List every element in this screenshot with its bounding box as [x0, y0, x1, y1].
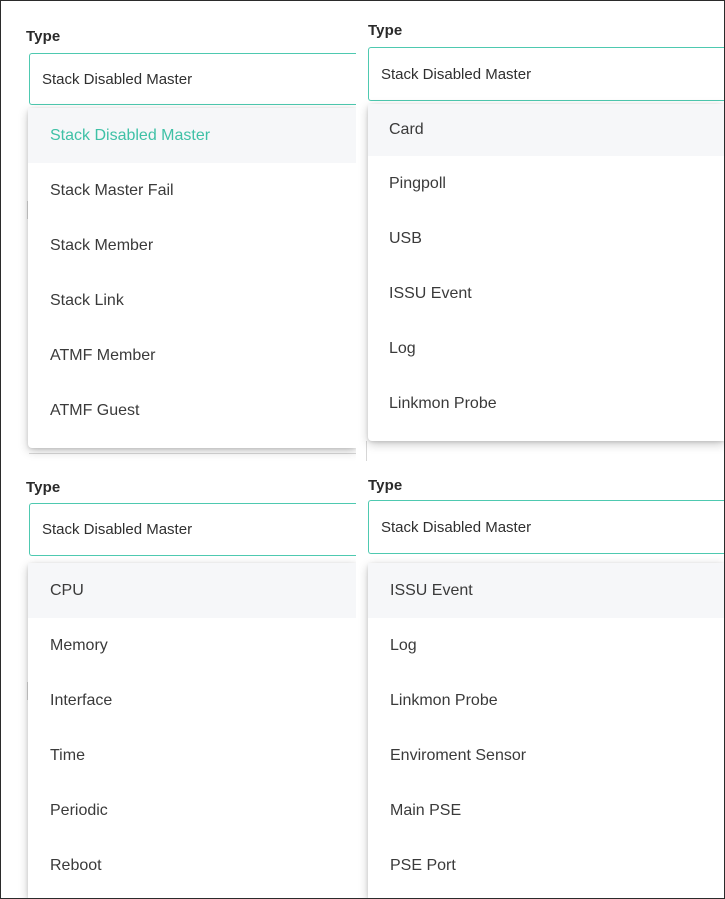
type-option[interactable]: Periodic [28, 783, 356, 838]
type-option[interactable]: Stack Master Fail [28, 163, 356, 218]
type-option[interactable]: Log [368, 618, 724, 673]
type-option[interactable]: ATMF Guest [28, 383, 356, 438]
type-select[interactable]: Stack Disabled Master [29, 53, 356, 105]
type-option[interactable]: Stack Link [28, 273, 356, 328]
type-option[interactable]: Linkmon Probe [368, 673, 724, 728]
type-option[interactable]: Stack Member [28, 218, 356, 273]
type-label: Type [368, 477, 403, 494]
type-option[interactable]: ISSU Event [368, 266, 724, 321]
type-option[interactable]: USB [368, 211, 724, 266]
background-field-line [29, 453, 356, 454]
background-divider [366, 441, 367, 461]
type-option[interactable]: PSE Port [368, 838, 724, 893]
background-field-text: · · · [396, 453, 448, 461]
type-label: Type [26, 28, 61, 45]
type-option[interactable]: CPU [28, 563, 356, 618]
type-dropdown-menu: CPU Memory Interface Time Periodic Reboo… [28, 563, 356, 898]
panel-divider [0, 461, 725, 463]
type-dropdown-panel-bottom-left: Type Stack Disabled Master CPU Memory In… [1, 462, 356, 898]
type-dropdown-panel-top-left: Type Stack Disabled Master Stack Disable… [1, 1, 356, 461]
type-dropdown-panel-bottom-right: Type Stack Disabled Master ISSU Event Lo… [356, 462, 724, 898]
type-option[interactable]: Interface [28, 673, 356, 728]
type-option[interactable]: Pingpoll [368, 156, 724, 211]
type-option[interactable]: Time [28, 728, 356, 783]
type-select[interactable]: Stack Disabled Master [368, 47, 724, 101]
type-option[interactable]: Reboot [28, 838, 356, 893]
type-option[interactable]: Memory [28, 618, 356, 673]
type-option[interactable]: Main PSE [368, 783, 724, 838]
type-select-value: Stack Disabled Master [381, 65, 532, 83]
type-option[interactable]: ISSU Event [368, 563, 724, 618]
type-label: Type [368, 22, 403, 39]
type-select[interactable]: Stack Disabled Master [368, 500, 724, 554]
type-option[interactable]: Stack Disabled Master [28, 108, 356, 163]
type-dropdown-menu: Stack Disabled Master Stack Master Fail … [28, 108, 356, 448]
type-dropdown-menu: ISSU Event Log Linkmon Probe Enviroment … [368, 563, 724, 898]
type-select-value: Stack Disabled Master [381, 518, 532, 536]
type-option[interactable]: Enviroment Sensor [368, 728, 724, 783]
type-select[interactable]: Stack Disabled Master [29, 503, 356, 556]
type-label: Type [26, 479, 61, 496]
type-dropdown-panel-top-right: Type Stack Disabled Master · · · Card Pi… [356, 1, 724, 461]
type-select-value: Stack Disabled Master [42, 521, 193, 538]
type-option[interactable]: Log [368, 321, 724, 376]
type-dropdown-menu: Card Pingpoll USB ISSU Event Log Linkmon… [368, 104, 724, 441]
type-option[interactable]: ATMF Member [28, 328, 356, 383]
type-option[interactable]: Linkmon Probe [368, 376, 724, 431]
type-option[interactable]: Card [368, 104, 724, 156]
type-select-value: Stack Disabled Master [42, 70, 193, 88]
